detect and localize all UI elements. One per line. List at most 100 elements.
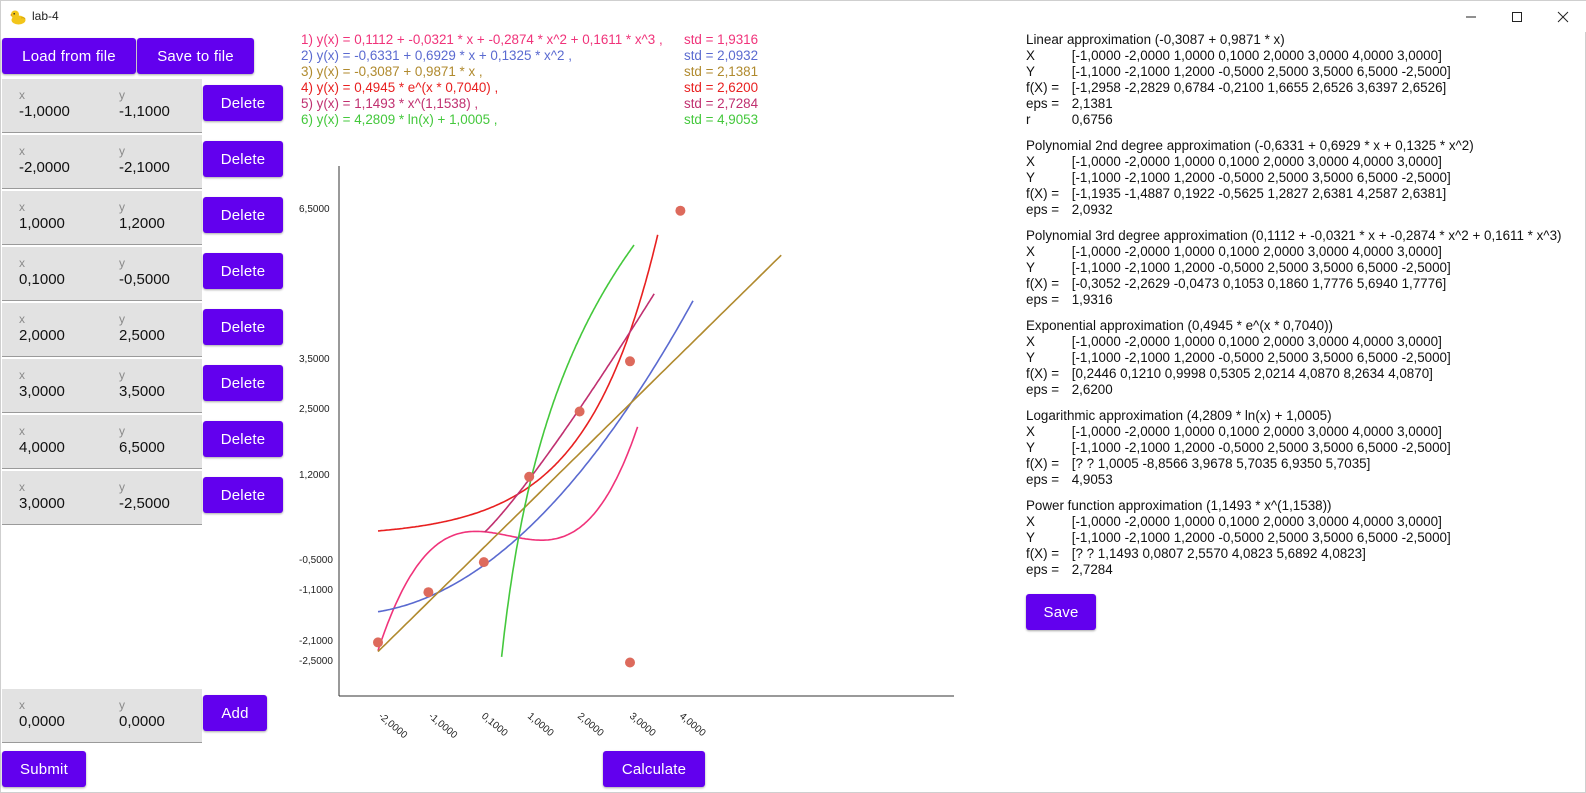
x-field[interactable]: x 0,1000 <box>2 247 102 301</box>
y-field[interactable]: y -2,1000 <box>102 135 202 189</box>
y-field[interactable]: y -1,1000 <box>102 79 202 133</box>
delete-button[interactable]: Delete <box>203 85 283 121</box>
point-row: x 4,0000 y 6,5000 Delete <box>2 415 283 470</box>
result-key: Y <box>1026 170 1035 185</box>
result-line: eps = 2,0932 <box>1026 202 1474 218</box>
point-row: x -1,0000 y -1,1000 Delete <box>2 79 283 134</box>
y-field[interactable]: y 6,5000 <box>102 415 202 469</box>
data-point <box>478 557 489 568</box>
result-key: eps = <box>1026 472 1060 487</box>
curve-linear <box>377 254 782 653</box>
x-label: x <box>19 480 25 494</box>
x-field[interactable]: x 2,0000 <box>2 303 102 357</box>
y-field[interactable]: y 2,5000 <box>102 303 202 357</box>
result-key: r <box>1026 112 1031 127</box>
maximize-button[interactable] <box>1494 1 1540 32</box>
y-field[interactable]: y 3,5000 <box>102 359 202 413</box>
result-line: f(X) = [-0,3052 -2,2629 -0,0473 0,1053 0… <box>1026 276 1562 292</box>
equation-line: 4) y(x) = 0,4945 * e^(x * 0,7040) , <box>301 80 498 96</box>
result-value: [-1,1000 -2,1000 1,2000 -0,5000 2,5000 3… <box>1071 260 1451 275</box>
add-button[interactable]: Add <box>203 695 267 731</box>
y-tick-label: 1,2000 <box>299 470 330 481</box>
x-tick-label: -1,0000 <box>426 711 459 742</box>
x-field[interactable]: x 4,0000 <box>2 415 102 469</box>
x-label: x <box>19 88 25 102</box>
result-key: f(X) = <box>1026 456 1060 471</box>
result-block: Logarithmic approximation (4,2809 * ln(x… <box>1026 408 1451 488</box>
y-tick-label: 6,5000 <box>299 204 330 215</box>
result-title: Polynomial 3rd degree approximation (0,1… <box>1026 228 1562 243</box>
result-value: [-1,0000 -2,0000 1,0000 0,1000 2,0000 3,… <box>1071 244 1442 259</box>
data-point <box>625 356 635 367</box>
y-field[interactable]: y -2,5000 <box>102 471 202 525</box>
data-point <box>423 587 434 598</box>
save-results-button[interactable]: Save <box>1026 594 1096 630</box>
result-key: f(X) = <box>1026 366 1060 381</box>
point-row: x 2,0000 y 2,5000 Delete <box>2 303 283 358</box>
maximize-icon <box>1512 11 1522 22</box>
delete-button[interactable]: Delete <box>203 365 283 401</box>
equation-std: std = 2,0932 <box>684 48 759 63</box>
y-value: -0,5000 <box>119 271 170 288</box>
y-label: y <box>119 144 125 158</box>
result-line: f(X) = [? ? 1,1493 0,0807 2,5570 4,0823 … <box>1026 546 1451 562</box>
y-label: y <box>119 480 125 494</box>
curve-exponential <box>377 234 659 532</box>
close-icon <box>1557 11 1569 22</box>
equation-std: std = 1,9316 <box>684 32 759 47</box>
x-value: -2,0000 <box>19 159 70 176</box>
new-y-field[interactable]: y 0,0000 <box>102 689 202 743</box>
delete-button[interactable]: Delete <box>203 421 283 457</box>
result-line: eps = 2,1381 <box>1026 96 1451 112</box>
duck-icon <box>10 10 26 25</box>
result-line: X [-1,0000 -2,0000 1,0000 0,1000 2,0000 … <box>1026 154 1474 170</box>
result-key: X <box>1026 514 1035 529</box>
result-value: [? ? 1,1493 0,0807 2,5570 4,0823 5,6892 … <box>1071 546 1366 561</box>
chart-curves <box>377 234 782 657</box>
result-title: Polynomial 2nd degree approximation (-0,… <box>1026 138 1474 153</box>
equation-text: 3) y(x) = -0,3087 + 0,9871 * x , <box>301 64 483 79</box>
calculate-button[interactable]: Calculate <box>603 751 705 787</box>
minimize-button[interactable] <box>1448 1 1494 32</box>
delete-button[interactable]: Delete <box>203 477 283 513</box>
x-field[interactable]: x 3,0000 <box>2 359 102 413</box>
result-line: eps = 1,9316 <box>1026 292 1562 308</box>
y-field[interactable]: y 1,2000 <box>102 191 202 245</box>
result-value: 0,6756 <box>1071 112 1113 127</box>
result-value: [-1,0000 -2,0000 1,0000 0,1000 2,0000 3,… <box>1071 424 1442 439</box>
result-key: Y <box>1026 530 1035 545</box>
x-tick-label: -2,0000 <box>376 711 409 742</box>
result-key: Y <box>1026 64 1035 79</box>
result-key: X <box>1026 424 1035 439</box>
result-value: [-1,2958 -2,2829 0,6784 -0,2100 1,6655 2… <box>1071 80 1447 95</box>
equation-line: 1) y(x) = 0,1112 + -0,0321 * x + -0,2874… <box>301 32 663 48</box>
delete-button[interactable]: Delete <box>203 309 283 345</box>
x-tick-label: 3,0000 <box>627 711 658 739</box>
y-field[interactable]: y -0,5000 <box>102 247 202 301</box>
close-button[interactable] <box>1540 1 1586 32</box>
y-value: 2,5000 <box>119 327 165 344</box>
x-field[interactable]: x -1,0000 <box>2 79 102 133</box>
result-value: [-1,1935 -1,4887 0,1922 -0,5625 1,2827 2… <box>1071 186 1447 201</box>
x-field[interactable]: x 1,0000 <box>2 191 102 245</box>
result-key: Y <box>1026 350 1035 365</box>
x-tick-labels: -2,0000 -1,0000 0,1000 1,0000 2,0000 3,0000 4,… <box>376 711 708 742</box>
equation-line: 3) y(x) = -0,3087 + 0,9871 * x , <box>301 64 483 80</box>
result-key: X <box>1026 244 1035 259</box>
new-x-field[interactable]: x 0,0000 <box>2 689 102 743</box>
save-to-file-button[interactable]: Save to file <box>137 38 254 74</box>
x-tick-label: 2,0000 <box>575 711 606 739</box>
delete-button[interactable]: Delete <box>203 141 283 177</box>
x-tick-label: 0,1000 <box>479 711 510 739</box>
new-point-row: x 0,0000 y 0,0000 Add <box>2 689 267 744</box>
delete-button[interactable]: Delete <box>203 197 283 233</box>
load-from-file-button[interactable]: Load from file <box>2 38 136 74</box>
delete-button[interactable]: Delete <box>203 253 283 289</box>
x-field[interactable]: x 3,0000 <box>2 471 102 525</box>
result-value: 2,6200 <box>1071 382 1113 397</box>
submit-button[interactable]: Submit <box>2 751 86 787</box>
y-tick-label: 3,5000 <box>299 354 330 365</box>
data-point <box>675 205 686 216</box>
x-field[interactable]: x -2,0000 <box>2 135 102 189</box>
result-line: Y [-1,1000 -2,1000 1,2000 -0,5000 2,5000… <box>1026 64 1451 80</box>
